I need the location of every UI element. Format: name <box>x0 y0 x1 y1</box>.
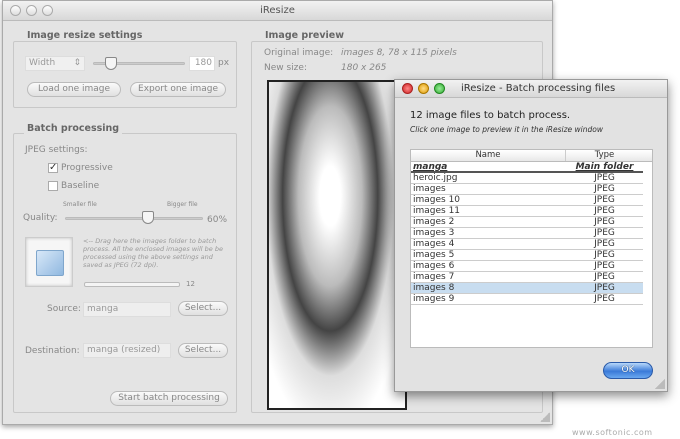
dialog-heading: 12 image files to batch process. <box>410 110 571 121</box>
column-header-name[interactable]: Name <box>411 150 566 161</box>
row-name: images 9 <box>413 294 455 304</box>
row-type: JPEG <box>594 217 615 227</box>
preview-image <box>267 80 407 410</box>
row-type: JPEG <box>594 239 615 249</box>
resize-settings-title: Image resize settings <box>24 30 146 41</box>
baseline-checkbox[interactable] <box>48 181 58 191</box>
batch-processing-title: Batch processing <box>24 123 123 134</box>
row-type: JPEG <box>594 195 615 205</box>
table-row[interactable]: images 5 JPEG <box>411 250 643 261</box>
table-row[interactable]: heroic.jpg JPEG <box>411 173 643 184</box>
row-type: JPEG <box>594 261 615 271</box>
export-one-image-button[interactable]: Export one image <box>130 82 226 97</box>
ok-button[interactable]: OK <box>603 362 653 379</box>
progressive-checkbox[interactable]: ✓ <box>48 163 58 173</box>
table-row[interactable]: images 2 JPEG <box>411 217 643 228</box>
dialog-zoom-button[interactable] <box>434 83 445 94</box>
smaller-file-label: Smaller file <box>63 201 97 208</box>
row-name: images 10 <box>413 195 461 205</box>
bigger-file-label: Bigger file <box>167 201 198 208</box>
jpeg-settings-label: JPEG settings: <box>25 145 88 155</box>
row-name: heroic.jpg <box>413 173 458 183</box>
quality-value: 60% <box>207 215 228 225</box>
folder-row[interactable]: manga Main folder <box>411 162 643 173</box>
watermark: www.softonic.com <box>572 428 653 437</box>
dialog-title: iResize - Batch processing files <box>461 83 616 94</box>
row-type: JPEG <box>594 283 615 293</box>
batch-files-dialog: iResize - Batch processing files 12 imag… <box>394 79 668 392</box>
destination-label: Destination: <box>25 346 80 356</box>
image-preview-title: Image preview <box>262 30 347 41</box>
dialog-title-bar: iResize - Batch processing files <box>395 80 667 98</box>
progressive-label: Progressive <box>61 163 113 173</box>
row-type: JPEG <box>594 206 615 216</box>
table-row[interactable]: images JPEG <box>411 184 643 195</box>
resize-settings-group <box>13 41 237 108</box>
stepper-arrows-icon: ⇕ <box>73 58 81 68</box>
start-batch-button[interactable]: Start batch processing <box>110 391 228 406</box>
baseline-label: Baseline <box>61 181 100 191</box>
original-image-label: Original image: <box>264 48 334 58</box>
row-type: JPEG <box>594 173 615 183</box>
quality-slider[interactable] <box>65 217 203 220</box>
row-name: images 8 <box>413 283 455 293</box>
new-size-value: 180 x 265 <box>341 63 387 73</box>
window-title: iResize <box>260 5 295 16</box>
table-row[interactable]: images 9 JPEG <box>411 294 643 305</box>
files-table: Name Type manga Main folder heroic.jpg JPE… <box>410 149 653 348</box>
table-row[interactable]: images 3 JPEG <box>411 228 643 239</box>
original-image-value: images 8, 78 x 115 pixels <box>341 48 457 58</box>
dialog-minimize-button[interactable] <box>418 83 429 94</box>
row-type: JPEG <box>594 272 615 282</box>
row-name: images 11 <box>413 206 461 216</box>
folder-icon <box>36 250 64 276</box>
dimension-select[interactable]: Width ⇕ <box>25 56 85 71</box>
row-name: images 2 <box>413 217 455 227</box>
new-size-label: New size: <box>264 63 307 73</box>
source-field[interactable]: manga <box>83 302 171 317</box>
table-row[interactable]: images 4 JPEG <box>411 239 643 250</box>
row-type: JPEG <box>594 184 615 194</box>
folder-drop-well[interactable] <box>25 237 73 287</box>
image-count: 12 <box>186 280 195 288</box>
size-input[interactable]: 180 <box>189 56 215 71</box>
batch-progress-bar <box>84 282 180 287</box>
row-name: images 7 <box>413 272 455 282</box>
unit-label: px <box>218 58 230 68</box>
quality-label: Quality: <box>23 213 58 223</box>
dialog-subheading: Click one image to preview it in the iRe… <box>410 125 603 134</box>
row-name: images 4 <box>413 239 455 249</box>
column-header-type[interactable]: Type <box>566 150 643 161</box>
row-name: images 6 <box>413 261 455 271</box>
row-name: images <box>413 184 446 194</box>
row-type: JPEG <box>594 294 615 304</box>
source-select-button[interactable]: Select... <box>178 301 228 316</box>
row-name: images 5 <box>413 250 455 260</box>
table-row[interactable]: images 7 JPEG <box>411 272 643 283</box>
table-row[interactable]: images 6 JPEG <box>411 261 643 272</box>
resize-grip-icon[interactable] <box>540 412 550 422</box>
dialog-close-button[interactable] <box>402 83 413 94</box>
quality-slider-thumb[interactable] <box>141 211 154 224</box>
load-one-image-button[interactable]: Load one image <box>27 82 121 97</box>
title-bar: iResize <box>3 1 552 21</box>
row-name: images 3 <box>413 228 455 238</box>
destination-select-button[interactable]: Select... <box>178 343 228 358</box>
table-row[interactable]: images 11 JPEG <box>411 206 643 217</box>
table-row[interactable]: images 8 JPEG <box>411 283 643 294</box>
dialog-resize-grip-icon[interactable] <box>655 379 665 389</box>
destination-field[interactable]: manga (resized) <box>83 343 171 358</box>
row-type: JPEG <box>594 228 615 238</box>
table-row[interactable]: images 10 JPEG <box>411 195 643 206</box>
row-type: JPEG <box>594 250 615 260</box>
source-label: Source: <box>47 304 81 314</box>
drop-hint-text: <-- Drag here the images folder to batch… <box>83 237 223 269</box>
